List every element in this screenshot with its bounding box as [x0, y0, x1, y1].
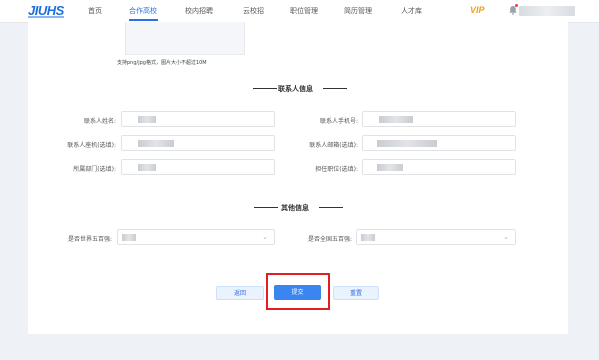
- blurred-value: [361, 234, 375, 241]
- submit-highlight-box: [266, 273, 330, 310]
- blurred-value: [377, 164, 403, 171]
- brand-logo-subline: [28, 16, 64, 18]
- nav-item-talent-pool[interactable]: 人才库: [401, 6, 422, 16]
- contact-phone-input[interactable]: [362, 111, 516, 127]
- notification-dot: [515, 4, 518, 7]
- image-upload-area[interactable]: [125, 22, 245, 55]
- active-nav-underline: [129, 19, 158, 21]
- nav-item-resume-management[interactable]: 简历管理: [344, 6, 372, 16]
- department-label: 所属部门(选填):: [73, 166, 116, 173]
- nav-item-job-management[interactable]: 职位管理: [290, 6, 318, 16]
- china500-label: 是否全国五百强:: [307, 236, 352, 243]
- world500-select[interactable]: ⌄: [117, 229, 275, 245]
- contact-email-input[interactable]: [362, 135, 516, 151]
- section-divider-left: [254, 207, 278, 208]
- chevron-down-icon: ⌄: [262, 233, 268, 241]
- section-title-other: 其他信息: [281, 204, 309, 212]
- contact-phone-label: 联系人手机号:: [319, 118, 358, 125]
- nav-item-partner-universities[interactable]: 合作高校: [129, 6, 157, 16]
- nav-item-campus-recruitment[interactable]: 校内招聘: [185, 6, 213, 16]
- section-divider-left: [253, 88, 277, 89]
- nav-item-cloud-recruitment[interactable]: 云校招: [243, 6, 264, 16]
- nav-item-home[interactable]: 首页: [88, 6, 102, 16]
- position-label: 担任职位(选填):: [315, 166, 358, 173]
- vip-badge[interactable]: VIP: [470, 5, 485, 15]
- upload-format-tip: 支持png/jpg格式，图片大小不超过10M: [117, 60, 207, 66]
- world500-label: 是否世界五百强:: [67, 236, 112, 243]
- blurred-value: [138, 116, 156, 123]
- contact-email-label: 联系人邮箱(选填):: [309, 142, 358, 149]
- section-divider-right: [319, 207, 343, 208]
- contact-name-label: 联系人姓名:: [83, 118, 116, 125]
- blurred-value: [379, 116, 413, 123]
- contact-name-input[interactable]: [121, 111, 275, 127]
- position-input[interactable]: [362, 159, 516, 175]
- section-divider-right: [323, 88, 347, 89]
- user-account-blurred[interactable]: [519, 6, 575, 16]
- reset-button[interactable]: 重置: [333, 286, 379, 300]
- chevron-down-icon: ⌄: [503, 233, 509, 241]
- section-title-contact: 联系人信息: [278, 85, 313, 93]
- top-navigation-bar: JIUHS 首页 合作高校 校内招聘 云校招 职位管理 简历管理 人才库 VIP: [0, 0, 599, 23]
- blurred-value: [122, 234, 136, 241]
- blurred-value: [138, 164, 156, 171]
- blurred-value: [138, 140, 174, 147]
- department-input[interactable]: [121, 159, 275, 175]
- contact-landline-label: 联系人座机(选填):: [67, 142, 116, 149]
- back-button[interactable]: 返回: [216, 286, 264, 300]
- contact-landline-input[interactable]: [121, 135, 275, 151]
- china500-select[interactable]: ⌄: [356, 229, 516, 245]
- blurred-value: [377, 140, 437, 147]
